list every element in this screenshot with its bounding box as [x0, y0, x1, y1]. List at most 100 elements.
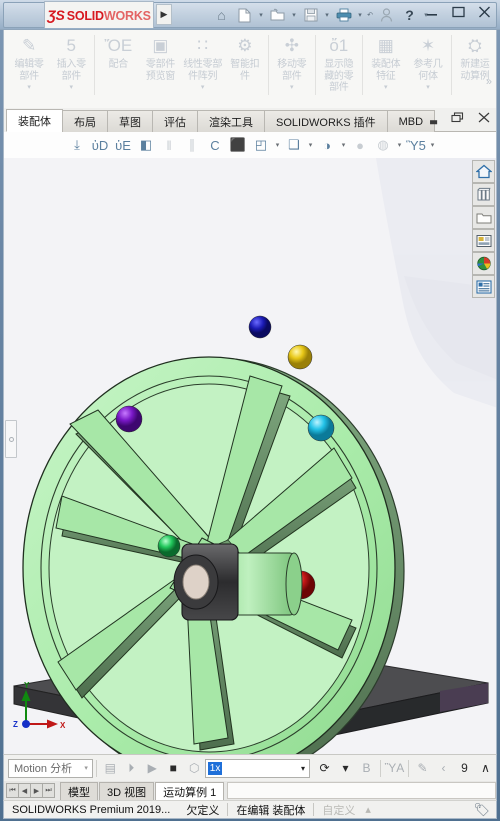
task-pane-appearances-icon[interactable] — [472, 252, 495, 275]
custom-unit-label[interactable]: 自定义 — [314, 800, 363, 819]
maximize-button[interactable] — [450, 3, 466, 21]
display-style-brush-icon[interactable]: ὘C — [204, 134, 226, 156]
model-viewport[interactable]: Y X Z — [4, 158, 497, 754]
ball-blue[interactable] — [249, 316, 271, 338]
tab-4[interactable]: 渲染工具 — [197, 110, 265, 132]
autokey-icon[interactable]: ✎ — [412, 758, 433, 779]
loop-mode-icon[interactable]: ⟳ — [314, 758, 335, 779]
doc-close-button[interactable] — [478, 112, 490, 126]
ball-green[interactable] — [158, 535, 180, 557]
calculate-button[interactable]: ▤ — [100, 758, 121, 779]
view-orientation-cube-icon[interactable]: ⬛ — [227, 134, 249, 156]
collapse-motionmanager-icon[interactable]: ∧ — [475, 758, 496, 779]
tab-6[interactable]: MBD — [387, 110, 435, 132]
zoom-to-fit-icon[interactable]: ⤓ — [66, 134, 88, 156]
display-style-icon[interactable]: ◰ — [250, 134, 272, 156]
feature-tree-splitter-handle[interactable] — [5, 420, 17, 458]
ribbon-overflow-icon[interactable]: » — [486, 76, 492, 88]
chevron-down-icon[interactable]: ▾ — [290, 83, 294, 91]
solid-text: SOLID — [67, 9, 104, 23]
ribbon-button-linear-component-pattern[interactable]: ∷ 线性零部 件阵列 ▾ — [182, 30, 224, 104]
menu-expand-arrow-button[interactable]: ▶ — [156, 4, 172, 25]
apply-scene-icon[interactable]: ◑ — [316, 134, 338, 156]
ball-cyan[interactable] — [308, 415, 334, 441]
ball-purple[interactable] — [116, 406, 142, 432]
tab-0[interactable]: 装配体 — [6, 109, 63, 132]
motion-study-type-select[interactable]: Motion 分析 ▾ — [8, 759, 93, 778]
undo-icon[interactable]: ↶ — [365, 3, 375, 27]
open-folder-caret-icon[interactable]: ▾ — [289, 3, 299, 27]
save-icon[interactable] — [299, 3, 322, 27]
home-icon[interactable]: ⌂ — [210, 3, 233, 27]
animation-wizard-icon[interactable]: ὛA — [384, 758, 405, 779]
ribbon-button-new-motion-study[interactable]: ⛭ 新建运 动算例 — [454, 30, 496, 104]
chevron-down-icon[interactable]: ▾ — [201, 83, 205, 91]
tab-1[interactable]: 布局 — [62, 110, 108, 132]
stop-button[interactable]: ■ — [163, 758, 184, 779]
ribbon-button-show-hidden-components[interactable]: ὄ1 显示隐 藏的零 部件 — [318, 30, 360, 104]
ribbon-button-component-preview-window[interactable]: ▣ 零部件 预览窗 — [139, 30, 181, 104]
hide-show-caret[interactable]: ▾ — [306, 141, 315, 149]
last-tab-button[interactable]: ⏭ — [42, 783, 55, 798]
minimize-button[interactable] — [424, 3, 440, 21]
document-tab-0[interactable]: 模型 — [60, 782, 98, 800]
view-orientation-b-icon[interactable]: ∥ — [181, 134, 203, 156]
doc-restore-button[interactable] — [451, 112, 464, 126]
task-pane-view-palette-icon[interactable] — [472, 229, 495, 252]
task-pane-custom-properties-icon[interactable] — [472, 275, 495, 298]
appearances-icon[interactable]: ◍ — [372, 134, 394, 156]
help-icon[interactable]: ? — [398, 3, 421, 27]
display-style-caret[interactable]: ▾ — [273, 141, 282, 149]
print-icon[interactable] — [332, 3, 355, 27]
play-from-start-button[interactable]: ⏵ — [121, 758, 142, 779]
loop-mode-caret[interactable]: ▾ — [335, 758, 356, 779]
motion-results-icon[interactable]: ὚9 — [454, 758, 475, 779]
ribbon-button-reference-geometry[interactable]: ✶ 参考几 何体 ▾ — [407, 30, 449, 104]
chevron-down-icon[interactable]: ▾ — [70, 83, 74, 91]
playback-speed-combo[interactable]: 1x ▾ — [205, 759, 310, 778]
ball-yellow[interactable] — [288, 345, 312, 369]
task-pane-home-icon[interactable] — [472, 160, 495, 183]
section-view-icon[interactable]: ◧ — [135, 134, 157, 156]
task-pane-design-library-icon[interactable] — [472, 183, 495, 206]
tab-2[interactable]: 草图 — [107, 110, 153, 132]
ribbon-button-assembly-features[interactable]: ▦ 装配体 特征 ▾ — [365, 30, 407, 104]
appearances-caret[interactable]: ▾ — [395, 141, 404, 149]
close-button[interactable] — [476, 3, 492, 21]
previous-view-icon[interactable]: ὐE — [112, 134, 134, 156]
add-key-icon[interactable]: ‹ — [433, 758, 454, 779]
custom-unit-caret-icon[interactable]: ▴ — [363, 800, 373, 819]
tab-5[interactable]: SOLIDWORKS 插件 — [264, 110, 388, 132]
ribbon-button-smart-fasteners[interactable]: ⚙ 智能扣件 — [224, 30, 266, 104]
hide-show-items-icon[interactable]: ❑ — [283, 134, 305, 156]
chevron-down-icon[interactable]: ▾ — [27, 83, 31, 91]
document-tab-2[interactable]: 运动算例 1 — [155, 782, 224, 800]
tag-icon[interactable]: 🏷 — [473, 802, 490, 818]
mode-button[interactable]: ⬡ — [184, 758, 205, 779]
save-caret-icon[interactable]: ▾ — [322, 3, 332, 27]
zoom-to-area-icon[interactable]: ὐD — [89, 134, 111, 156]
ribbon-button-edit-component[interactable]: ✎ 编辑零 部件 ▾ — [8, 30, 50, 104]
doc-minimize-button[interactable]: ▃ — [430, 114, 437, 125]
open-folder-icon[interactable] — [266, 3, 289, 27]
tab-3[interactable]: 评估 — [152, 110, 198, 132]
chevron-down-icon[interactable]: ▾ — [384, 83, 388, 91]
chevron-down-icon[interactable]: ▾ — [426, 83, 430, 91]
document-tab-1[interactable]: 3D 视图 — [99, 782, 154, 800]
user-account-icon[interactable] — [375, 3, 398, 27]
view-orientation-a-icon[interactable]: ‖ — [158, 134, 180, 156]
ribbon-button-mate[interactable]: ὌE 配合 — [97, 30, 139, 104]
ribbon-button-move-component[interactable]: ✣ 移动零 部件 ▾ — [271, 30, 313, 104]
save-animation-icon[interactable]: ὚B — [356, 758, 377, 779]
new-document-caret-icon[interactable]: ▾ — [256, 3, 266, 27]
apply-scene-caret[interactable]: ▾ — [339, 141, 348, 149]
ribbon-button-insert-component[interactable]: ὎5 插入零 部件 ▾ — [50, 30, 92, 104]
display-monitor-icon[interactable]: Ὓ5 — [405, 134, 427, 156]
view-settings-icon[interactable]: ● — [349, 134, 371, 156]
display-monitor-caret[interactable]: ▾ — [428, 141, 437, 149]
graphics-area[interactable]: Y X Z — [3, 158, 497, 754]
play-button[interactable]: ▶ — [142, 758, 163, 779]
print-caret-icon[interactable]: ▾ — [355, 3, 365, 27]
new-document-icon[interactable] — [233, 3, 256, 27]
task-pane-file-explorer-icon[interactable] — [472, 206, 495, 229]
